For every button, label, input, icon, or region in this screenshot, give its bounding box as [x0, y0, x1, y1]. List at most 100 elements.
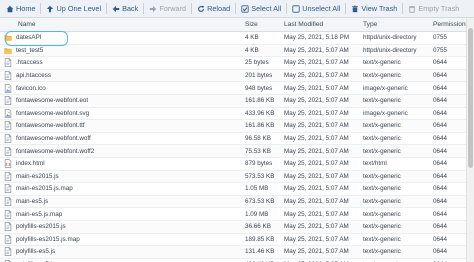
table-row[interactable]: main-es2015.js 573.53 KB May 25, 2021, 5:0…	[0, 170, 466, 184]
cell-size: 673.53 KB	[245, 198, 275, 206]
cell-type: text/x-generic	[363, 172, 401, 180]
table-row[interactable]: test_test5 4 KB May 25, 2021, 5:07 AM httpd…	[0, 44, 466, 58]
back-button[interactable]: Back	[112, 4, 138, 13]
cell-name[interactable]: index.html	[0, 159, 245, 169]
table-row[interactable]: polyfills-es2015.js.map 189.85 KB May 25, …	[0, 234, 466, 247]
table-row[interactable]: main-es2015.js.map 1.05 MB May 25, 2021, 5…	[0, 183, 466, 196]
checkbox-checked-icon	[241, 4, 249, 13]
column-header-type[interactable]: Type	[363, 21, 433, 28]
cell-name[interactable]: fontawesome-webfont.eot	[0, 96, 245, 106]
table-row[interactable]: fontawesome-webfont.woff 96.58 KB May 25, …	[0, 133, 466, 146]
home-icon	[6, 5, 14, 12]
table-row[interactable]: fontawesome-webfont.svg 433.96 KB May 25, …	[0, 108, 466, 121]
cell-name[interactable]: polyfills-es2015.js.map	[0, 234, 245, 244]
arrow-left-icon	[112, 5, 120, 12]
cell-type: image/x-generic	[363, 84, 408, 92]
cell-size: 96.58 KB	[245, 135, 271, 143]
cell-permissions: 0644	[433, 172, 448, 180]
table-header: Name Size Last Modified Type Permissions	[0, 18, 466, 32]
up-one-level-button[interactable]: Up One Level	[46, 4, 101, 13]
cell-permissions: 0644	[433, 97, 448, 105]
file-icon	[4, 121, 12, 131]
view-trash-button[interactable]: View Trash	[351, 4, 397, 13]
table-row[interactable]: datesAPI 4 KB May 25, 2021, 5:18 PM httpd/u…	[0, 32, 466, 45]
column-header-size[interactable]: Size	[245, 21, 284, 28]
cell-size: 75.53 KB	[245, 147, 271, 155]
cell-last-modified: May 25, 2021, 5:07 AM	[284, 72, 349, 80]
file-icon	[4, 134, 12, 143]
toolbar-divider	[235, 3, 237, 14]
unselect-all-button[interactable]: Unselect All	[292, 4, 340, 13]
cell-name[interactable]: polyfills-es5.js	[0, 247, 245, 257]
file-icon	[4, 71, 12, 80]
cell-type: text/x-generic	[363, 59, 401, 67]
cell-permissions: 0644	[433, 223, 448, 231]
cell-name[interactable]: favicon.ico	[0, 83, 245, 93]
column-header-permissions[interactable]: Permissions	[433, 21, 466, 28]
file-name: polyfills-es2015.js.map	[16, 235, 80, 243]
cell-type: httpd/unix-directory	[363, 46, 417, 54]
cell-size: 879 bytes	[245, 160, 273, 168]
select-all-button[interactable]: Select All	[241, 4, 281, 13]
cell-name[interactable]: fontawesome-webfont.woff2	[0, 146, 245, 156]
cell-last-modified: May 25, 2021, 5:07 AM	[284, 198, 349, 206]
folder-icon	[4, 33, 12, 42]
cell-name[interactable]: main-es2015.js.map	[0, 184, 245, 194]
cell-last-modified: May 25, 2021, 5:07 AM	[284, 109, 349, 117]
cell-name[interactable]: datesAPI	[0, 33, 245, 42]
cell-last-modified: May 25, 2021, 5:07 AM	[284, 235, 349, 243]
cell-permissions: 0755	[433, 46, 448, 54]
table-row[interactable]: fontawesome-webfont.eot 161.86 KB May 25, …	[0, 94, 466, 108]
column-header-name[interactable]: Name	[0, 21, 245, 28]
cell-last-modified: May 25, 2021, 5:18 PM	[284, 34, 350, 42]
cell-permissions: 0644	[433, 210, 448, 218]
cell-permissions: 0644	[433, 122, 448, 130]
table-row[interactable]: polyfills-es5.js 131.46 KB May 25, 2021, 5…	[0, 246, 466, 259]
table-row[interactable]: .htaccess 25 bytes May 25, 2021, 5:07 AM te…	[0, 57, 466, 70]
cell-name[interactable]: fontawesome-webfont.svg	[0, 108, 245, 118]
cell-permissions: 0644	[433, 160, 448, 168]
cell-name[interactable]: main-es2015.js	[0, 171, 245, 181]
arrow-up-icon	[47, 5, 54, 12]
toolbar-divider	[402, 3, 404, 14]
cell-size: 189.85 KB	[245, 235, 275, 243]
file-name: favicon.ico	[16, 84, 46, 92]
table-row[interactable]: fontawesome-webfont.ttf 161.86 KB May 25, …	[0, 120, 466, 133]
vertical-scrollbar[interactable]	[466, 18, 474, 262]
cell-last-modified: May 25, 2021, 5:07 AM	[284, 46, 349, 54]
cell-last-modified: May 25, 2021, 5:07 AM	[284, 122, 349, 130]
cell-last-modified: May 25, 2021, 5:07 AM	[284, 59, 349, 67]
cell-name[interactable]: test_test5	[0, 46, 245, 55]
cell-last-modified: May 25, 2021, 5:07 AM	[284, 135, 349, 143]
table-row[interactable]: favicon.ico 948 bytes May 25, 2021, 5:07 A…	[0, 82, 466, 95]
cell-name[interactable]: main-es5.js	[0, 197, 245, 206]
forward-button[interactable]: Forward	[149, 4, 186, 13]
table-row[interactable]: main-es5.js.map 1.09 MB May 25, 2021, 5:07…	[0, 208, 466, 221]
cell-type: text/x-generic	[363, 135, 401, 143]
cell-name[interactable]: main-es5.js.map	[0, 209, 245, 219]
table-row[interactable]: main-es5.js 673.53 KB May 25, 2021, 5:07 A…	[0, 195, 466, 209]
file-name: fontawesome-webfont.svg	[16, 109, 90, 117]
cell-name[interactable]: polyfills-es2015.js	[0, 222, 245, 232]
cell-name[interactable]: fontawesome-webfont.woff	[0, 134, 245, 143]
cell-name[interactable]: api.htaccess	[0, 71, 245, 80]
table-row[interactable]: index.html 879 bytes May 25, 2021, 5:07 AM…	[0, 158, 466, 171]
table-row[interactable]: api.htaccess 201 bytes May 25, 2021, 5:07 …	[0, 69, 466, 83]
reload-button[interactable]: Reload	[197, 4, 230, 13]
file-name: main-es2015.js.map	[16, 185, 73, 193]
table-row[interactable]: fontawesome-webfont.woff2 75.53 KB May 25,…	[0, 145, 466, 158]
home-button[interactable]: Home	[6, 4, 35, 13]
empty-trash-button[interactable]: Empty Trash	[408, 4, 459, 13]
cell-size: 36.66 KB	[245, 223, 271, 231]
scrollbar-thumb[interactable]	[468, 28, 473, 168]
file-icon	[4, 58, 12, 68]
toolbar-divider	[143, 3, 145, 14]
trash-icon	[352, 5, 359, 12]
cell-name[interactable]: fontawesome-webfont.ttf	[0, 121, 245, 131]
file-icon	[4, 96, 12, 106]
column-header-last-modified[interactable]: Last Modified	[284, 21, 363, 28]
cell-permissions: 0644	[433, 198, 448, 206]
cell-last-modified: May 25, 2021, 5:07 AM	[284, 248, 349, 256]
cell-name[interactable]: .htaccess	[0, 58, 245, 68]
table-row[interactable]: polyfills-es2015.js 36.66 KB May 25, 2021,…	[0, 220, 466, 234]
